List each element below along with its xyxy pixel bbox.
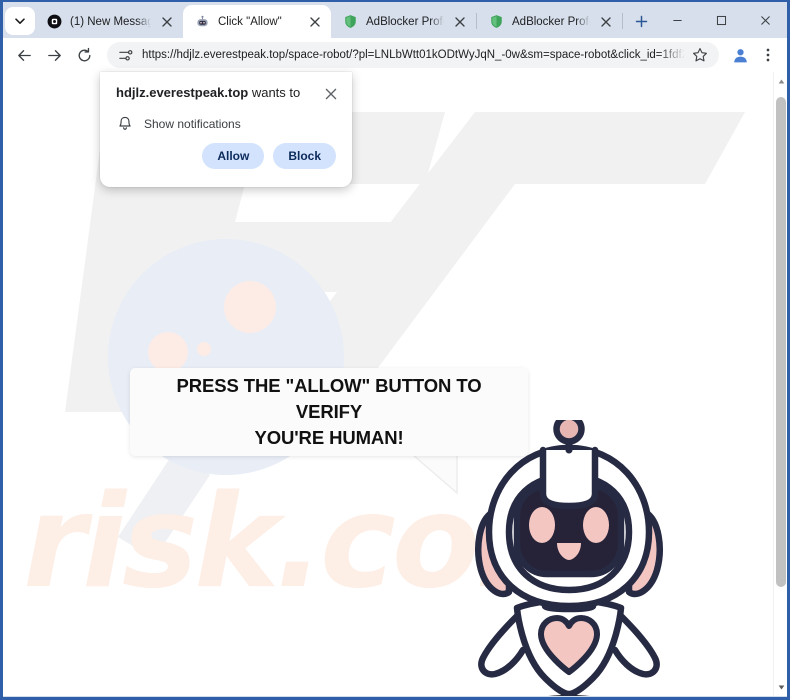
url-text: https://hdjlz.everestpeak.top/space-robo… [142,49,685,61]
account-avatar-icon [733,48,747,62]
close-icon [162,16,172,27]
tab-close-button[interactable] [596,12,616,32]
reload-icon [78,47,90,61]
robot-favicon [194,14,210,30]
window-controls [655,2,787,38]
browser-window: (1) New Message! [0,0,790,700]
permission-header: hdjlz.everestpeak.top wants to [100,72,352,105]
three-dot-menu-icon [766,48,770,62]
minimize-icon [672,19,682,21]
forward-arrow-icon [47,49,61,61]
close-icon [601,16,611,27]
scroll-up-arrow-icon[interactable] [774,74,787,88]
notification-permission-popup: hdjlz.everestpeak.top wants to Show noti… [100,72,352,187]
speech-bubble-text: PRESS THE "ALLOW" BUTTON TO VERIFY YOU'R… [130,373,528,452]
permission-close-button[interactable] [320,83,342,105]
browser-menu-button[interactable] [755,40,781,70]
allow-button[interactable]: Allow [202,143,265,169]
close-window-button[interactable] [743,4,787,36]
permission-origin: hdjlz.everestpeak.top [116,85,249,100]
star-icon[interactable] [691,47,709,63]
space-robot-mascot [475,420,663,696]
tab-title: (1) New Message! [70,15,151,28]
back-button[interactable] [9,40,39,70]
tab-title: AdBlocker Profession [366,15,444,28]
back-arrow-icon [17,49,31,61]
permission-item-notifications: Show notifications [100,105,352,131]
tab-click-allow[interactable]: Click "Allow" [183,5,331,38]
tab-close-button[interactable] [157,12,177,32]
address-bar[interactable]: https://hdjlz.everestpeak.top/space-robo… [107,42,719,68]
tab-separator [622,13,623,29]
forward-button[interactable] [39,40,69,70]
permission-title-suffix: wants to [248,85,301,100]
speech-bubble: PRESS THE "ALLOW" BUTTON TO VERIFY YOU'R… [130,368,528,456]
bell-icon [117,116,133,131]
bubble-line-2: YOU'RE HUMAN! [254,427,404,449]
green-shield-icon [488,14,504,30]
plus-icon [635,15,647,27]
maximize-button[interactable] [699,4,743,36]
maximize-icon [716,15,726,25]
dark-circle-icon [46,14,62,30]
new-tab-button[interactable] [627,7,655,35]
tab-title: Click "Allow" [218,15,282,28]
reload-button[interactable] [69,40,99,70]
watermark-text: risk.com [23,468,609,617]
tab-new-message[interactable]: (1) New Message! [35,5,183,38]
tab-list: (1) New Message! [35,2,655,38]
tune-icon[interactable] [116,48,134,63]
tab-search-button[interactable] [5,7,35,35]
close-icon [325,88,337,100]
tab-close-button[interactable] [305,12,325,32]
tab-strip: (1) New Message! [3,2,787,38]
scrollbar-thumb[interactable] [776,97,786,587]
close-icon [760,15,770,25]
speech-bubble-tail [413,455,458,495]
tab-title: AdBlocker Profession [512,15,590,28]
block-button[interactable]: Block [273,143,336,169]
scroll-down-arrow-icon[interactable] [774,680,787,694]
tab-close-button[interactable] [450,12,470,32]
green-shield-icon [342,14,358,30]
profile-avatar-button[interactable] [725,40,755,70]
minimize-button[interactable] [655,4,699,36]
chevron-down-icon [15,18,25,24]
permission-title: hdjlz.everestpeak.top wants to [116,85,320,102]
permission-label: Show notifications [144,116,241,131]
close-icon [455,16,465,27]
permission-actions: Allow Block [100,131,352,169]
page-scrollbar[interactable] [773,72,787,696]
tab-adblocker-2[interactable]: AdBlocker Profession [477,5,622,38]
close-icon [310,16,320,27]
tab-adblocker-1[interactable]: AdBlocker Profession [331,5,476,38]
browser-toolbar: https://hdjlz.everestpeak.top/space-robo… [3,38,787,72]
bubble-line-1: PRESS THE "ALLOW" BUTTON TO VERIFY [176,374,482,422]
